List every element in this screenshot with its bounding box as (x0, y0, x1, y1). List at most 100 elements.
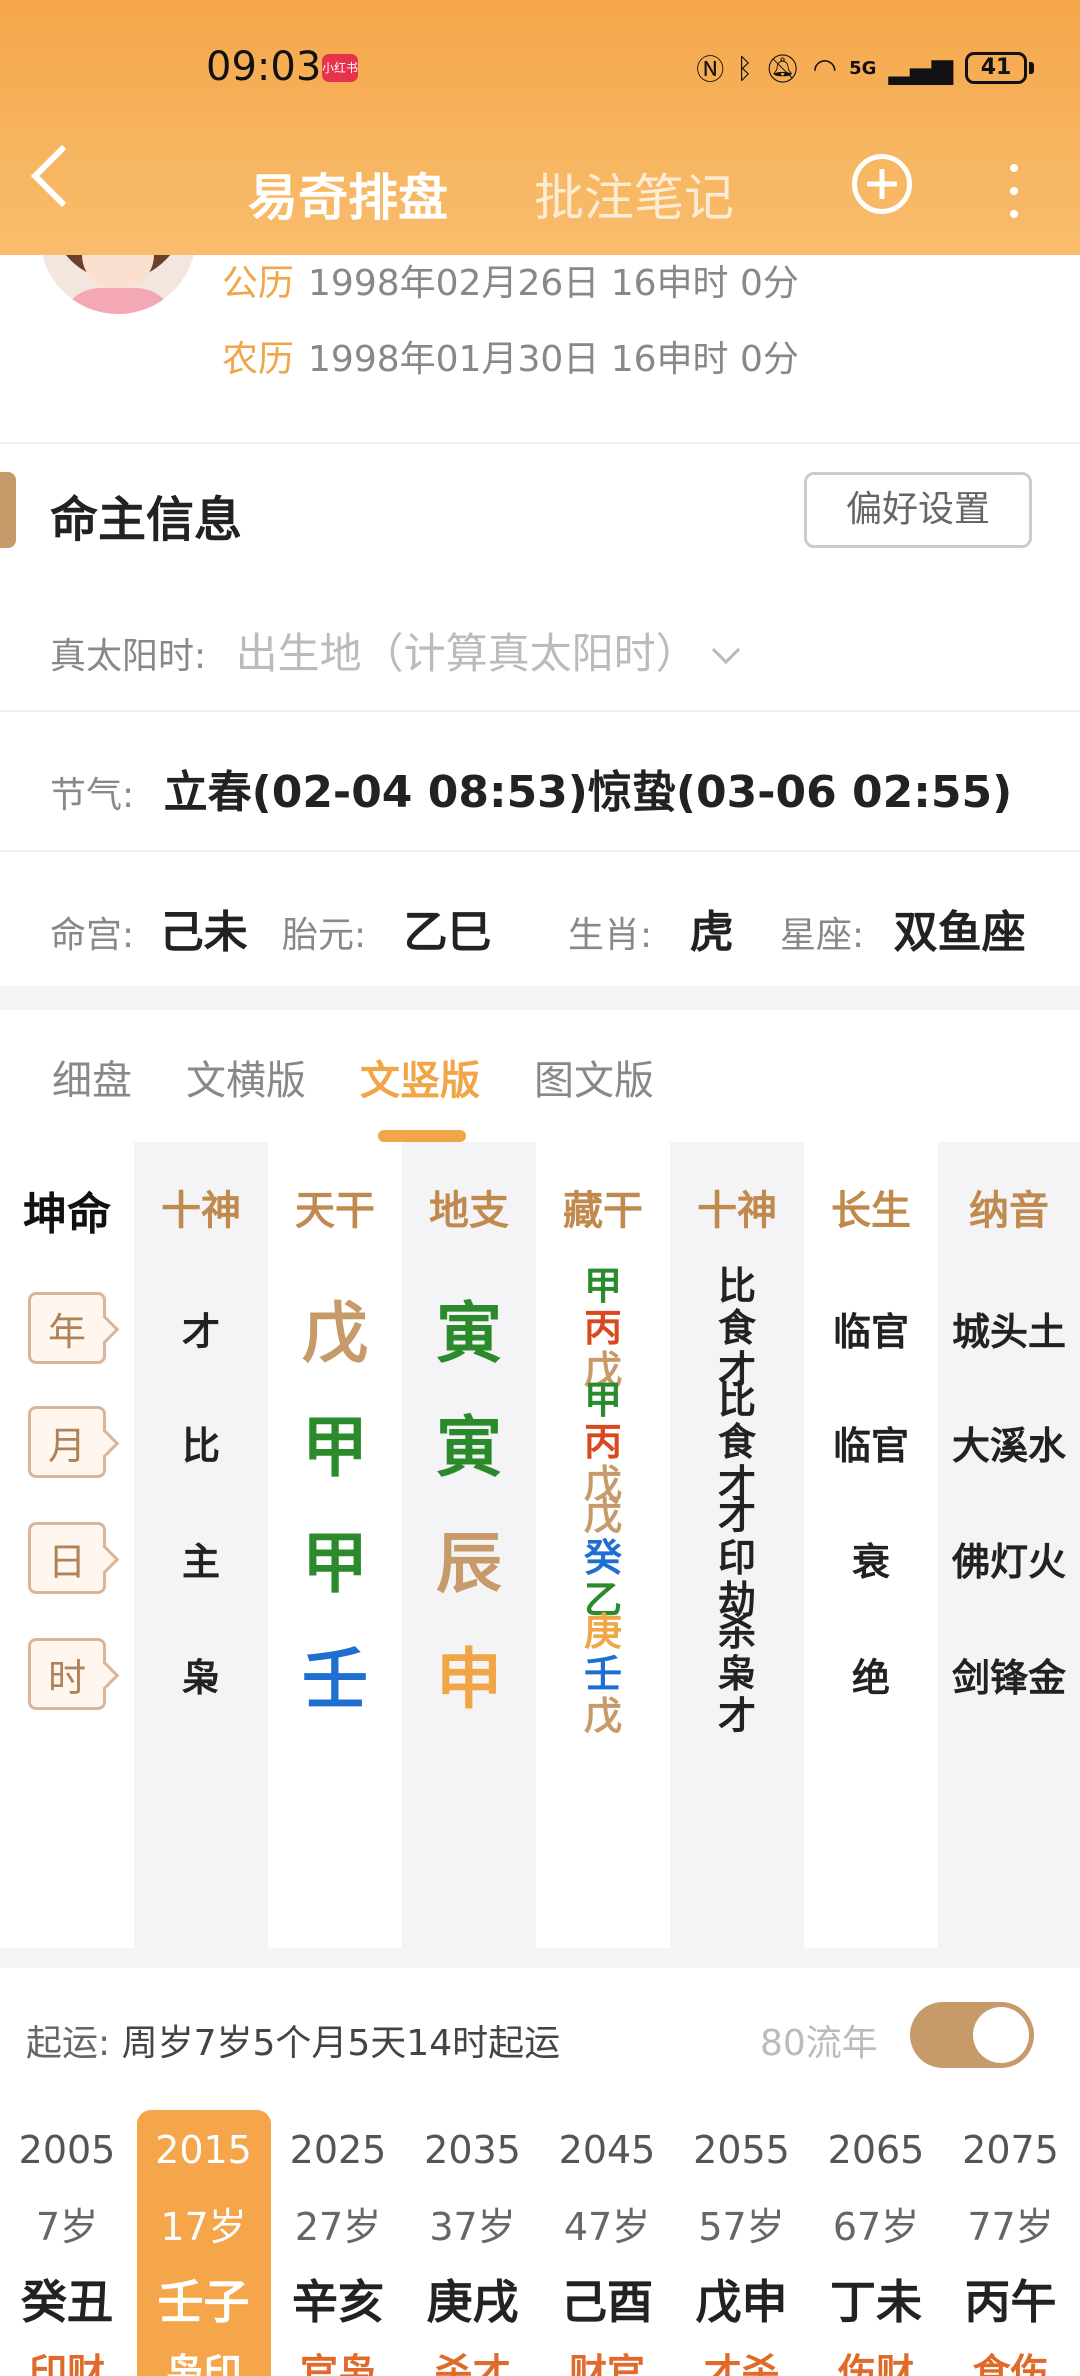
battery-tip (1029, 62, 1034, 74)
status-icons: Ⓝ ᛒ 🔕︎ ◠ 5G ▂▄▆ 41 (696, 48, 1034, 88)
true-sun-select[interactable]: 出生地（计算真太阳时） (236, 629, 698, 678)
grid-cell: 主 (134, 1500, 268, 1616)
shishen-char: 比 (717, 1378, 756, 1422)
solar-label: 公历 (222, 263, 295, 304)
section-gap (0, 986, 1080, 1010)
column-header: 纳音 (969, 1188, 1049, 1234)
pillar-label[interactable]: 月 (28, 1406, 106, 1478)
pillar-label[interactable]: 日 (28, 1522, 106, 1594)
dayun-shishen: 枭印 (165, 2351, 242, 2376)
lunar-date-row: 农历 1998年01月30日 16申时 0分 (222, 330, 799, 382)
dayun-year: 2055 (693, 2128, 790, 2172)
true-solar-time-row[interactable]: 真太阳时: 出生地（计算真太阳时） (50, 620, 740, 681)
tab-yiqi-paipan[interactable]: 易奇排盘 (248, 158, 448, 230)
earthly-branch: 寅 (436, 1409, 502, 1486)
grid-column: 天干戊甲甲壬 (268, 1142, 402, 1948)
more-vertical-icon[interactable] (1010, 164, 1018, 218)
column-header: 地支 (429, 1188, 509, 1234)
shishen-char: 食 (717, 1420, 756, 1464)
grid-cell: 大溪水 (938, 1384, 1080, 1500)
lunar-value: 1998年01月30日 16申时 0分 (308, 339, 799, 380)
gan-shishen: 比 (181, 1423, 220, 1468)
toggle-knob[interactable] (973, 2007, 1029, 2063)
grid-cell: 城头土 (938, 1270, 1080, 1386)
shengxiao-value: 虎 (689, 907, 734, 958)
grid-cell: 日 (0, 1500, 134, 1616)
view-tabs: 细盘 文横版 文竖版 图文版 (0, 1048, 1080, 1128)
pillar-label[interactable]: 年 (28, 1292, 106, 1364)
gan-shishen: 枭 (181, 1655, 220, 1700)
shishen-char: 杀 (717, 1610, 756, 1654)
section-title: 命主信息 (50, 492, 243, 548)
xingzuo-field: 星座: 双鱼座 (780, 896, 1026, 960)
grid-cell: 比 (134, 1384, 268, 1500)
hidden-stem: 甲 (583, 1378, 622, 1422)
app-header: 09:03 小红书 Ⓝ ᛒ 🔕︎ ◠ 5G ▂▄▆ 41 易奇排盘 批注笔记 (0, 0, 1080, 255)
dayun-ganzhi: 癸丑 (21, 2275, 113, 2329)
dayun-shishen: 才杀 (703, 2351, 780, 2376)
bluetooth-icon: ᛒ (736, 51, 754, 85)
dayun-item[interactable]: 2055 57岁 戊申 才杀 (675, 2110, 809, 2376)
grid-cell: 戊 (268, 1270, 402, 1386)
back-arrow-icon[interactable] (30, 144, 94, 208)
tab-text-horizontal[interactable]: 文横版 (186, 1048, 306, 1106)
grid-cell: 辰 (402, 1500, 536, 1616)
shengxiao-field: 生肖: 虎 (568, 896, 734, 960)
dayun-age: 27岁 (294, 2205, 382, 2249)
grid-cell: 杀枭才 (670, 1611, 804, 1737)
tab-detail[interactable]: 细盘 (52, 1048, 132, 1106)
grid-column: 纳音 城头土 大溪水 佛灯火 剑锋金 (938, 1142, 1080, 1948)
mute-bell-icon: 🔕︎ (765, 51, 801, 85)
dayun-item[interactable]: 2065 67岁 丁未 伤财 (809, 2110, 943, 2376)
dayun-ganzhi: 戊申 (695, 2275, 788, 2329)
grid-cell: 戊癸乙 (536, 1495, 670, 1621)
liunian-toggle[interactable] (910, 2002, 1034, 2068)
grid-cell: 甲 (268, 1500, 402, 1616)
hidden-stem: 丙 (583, 1420, 622, 1464)
dayun-year: 2025 (289, 2128, 387, 2172)
branch-shishen: 才印劫 (718, 1495, 756, 1621)
dayun-age: 47岁 (563, 2205, 651, 2249)
dayun-shishen: 官枭 (299, 2351, 376, 2376)
dayun-ganzhi: 己酉 (561, 2275, 653, 2329)
heavenly-stem: 戊 (302, 1295, 368, 1372)
grid-column: 地支寅寅辰申 (402, 1142, 536, 1948)
dayun-year: 2035 (424, 2128, 521, 2172)
dayun-item[interactable]: 2035 37岁 庚戌 杀才 (406, 2110, 540, 2376)
nav-bar: 易奇排盘 批注笔记 (0, 120, 1080, 230)
column-header: 十神 (697, 1188, 777, 1234)
dayun-item[interactable]: 2075 77岁 丙午 食伤 (944, 2110, 1078, 2376)
grid-column: 十神比食才比食才才印劫杀枭才 (670, 1142, 804, 1948)
dayun-item[interactable]: 2015 17岁 壬子 枭印 (136, 2110, 271, 2376)
pillar-label[interactable]: 时 (28, 1638, 106, 1710)
chevron-down-icon[interactable] (711, 635, 740, 665)
tab-text-vertical[interactable]: 文竖版 (360, 1048, 480, 1106)
preference-settings-button[interactable]: 偏好设置 (804, 472, 1032, 548)
divider (0, 710, 1080, 712)
dayun-year: 2005 (18, 2128, 116, 2172)
tab-graphic[interactable]: 图文版 (534, 1048, 654, 1106)
dayun-shishen: 伤财 (837, 2351, 914, 2376)
hidden-stems: 甲丙戊 (584, 1379, 622, 1505)
grid-column: 十神才比主枭 (134, 1142, 268, 1948)
dayun-item[interactable]: 2005 7岁癸丑印财 (0, 2110, 134, 2376)
grid-cell: 甲丙戊 (536, 1379, 670, 1505)
dayun-year: 2015 (155, 2128, 252, 2172)
add-circle-icon[interactable] (852, 154, 912, 214)
branch-shishen: 比食才 (718, 1265, 756, 1391)
dayun-shishen: 财官 (568, 2351, 645, 2376)
grid-cell: 才 (134, 1270, 268, 1386)
dayun-item[interactable]: 2025 27岁 辛亥 官枭 (271, 2110, 405, 2376)
grid-cell: 月 (0, 1384, 134, 1500)
qiyun-value: 周岁7岁5个月5天14时起运 (121, 2023, 561, 2064)
dayun-item[interactable]: 2045 47岁 己酉 财官 (540, 2110, 674, 2376)
dayun-shishen: 印财 (28, 2351, 105, 2376)
battery-icon: 41 (965, 52, 1027, 84)
nayin: 城头土 (951, 1309, 1066, 1354)
tab-annotation-notes[interactable]: 批注笔记 (534, 158, 734, 230)
grid-cell: 比食才 (670, 1379, 804, 1505)
dayun-shishen: 杀才 (434, 2351, 511, 2376)
grid-cell: 寅 (402, 1384, 536, 1500)
dayun-age: 7岁 (35, 2205, 99, 2249)
heavenly-stem: 甲 (302, 1409, 368, 1486)
